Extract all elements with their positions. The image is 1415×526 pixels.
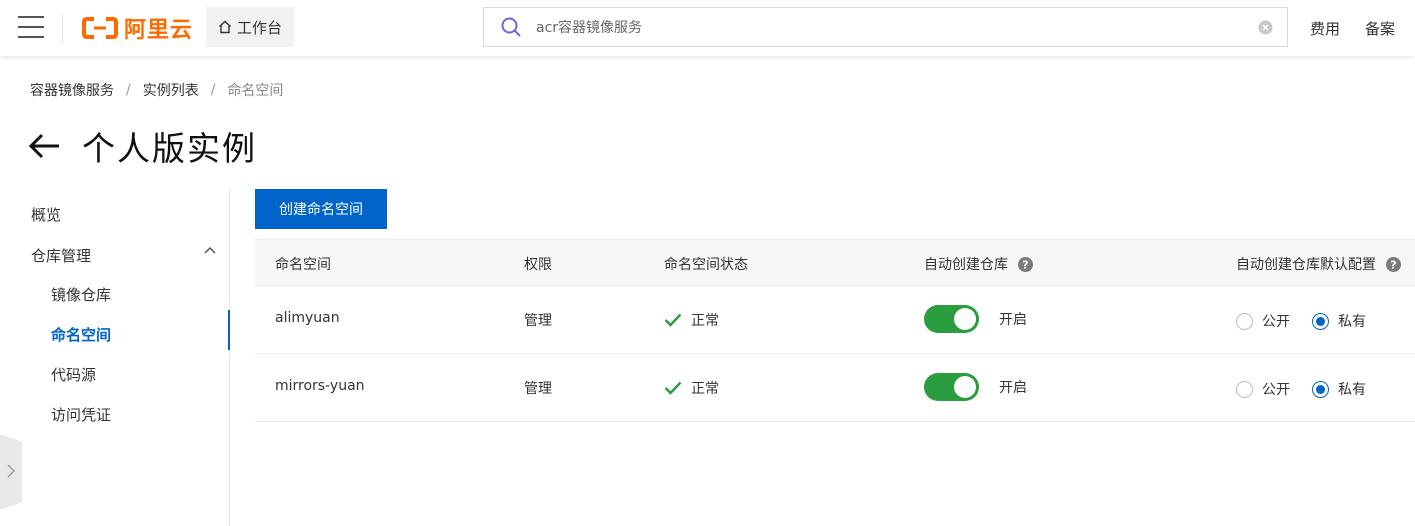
radio-public[interactable] — [1236, 312, 1253, 330]
search-bar — [483, 7, 1288, 47]
page-title: 个人版实例 — [82, 129, 257, 168]
svg-text:?: ? — [1390, 258, 1396, 271]
menu-icon[interactable] — [18, 16, 44, 38]
namespace-name: mirrors-yuan — [275, 378, 365, 394]
sidebar-item-overview[interactable]: 概览 — [31, 204, 61, 225]
breadcrumb-separator: / — [210, 82, 216, 98]
sidebar-item-image-repos[interactable]: 镜像仓库 — [51, 284, 111, 305]
workbench-label: 工作台 — [237, 18, 283, 37]
page-header: 个人版实例 — [28, 122, 257, 170]
auto-create-cell: 开启 — [924, 373, 1027, 401]
top-bar: 阿里云 工作台 费用 备案 — [0, 0, 1415, 56]
sidebar-item-code-source[interactable]: 代码源 — [51, 364, 96, 385]
default-config-cell: 公开 私有 — [1236, 379, 1388, 399]
radio-public-label: 公开 — [1262, 382, 1290, 398]
radio-public-label: 公开 — [1262, 314, 1290, 330]
radio-private[interactable] — [1312, 312, 1329, 330]
aliyun-logo-icon — [82, 17, 118, 39]
brand-name: 阿里云 — [124, 18, 194, 43]
top-divider — [62, 14, 63, 44]
sidebar-item-namespaces[interactable]: 命名空间 — [51, 324, 111, 345]
table-row: alimyuan 管理 正常 开启 公开 私有 — [255, 286, 1415, 354]
column-header-namespace: 命名空间 — [275, 257, 331, 273]
breadcrumb-separator: / — [126, 82, 131, 98]
breadcrumb: 容器镜像服务 / 实例列表 / 命名空间 — [30, 80, 283, 100]
auto-create-label: 开启 — [999, 380, 1027, 396]
column-header-default-config: 自动创建仓库默认配置 ? — [1236, 254, 1401, 274]
sidebar: 概览 仓库管理 镜像仓库 命名空间 代码源 访问凭证 — [0, 190, 230, 526]
auto-create-toggle[interactable] — [924, 373, 979, 401]
check-icon — [664, 313, 682, 327]
chevron-up-icon[interactable] — [204, 246, 216, 254]
table-row: mirrors-yuan 管理 正常 开启 公开 私有 — [255, 354, 1415, 422]
auto-create-label: 开启 — [999, 312, 1027, 328]
breadcrumb-item-acr[interactable]: 容器镜像服务 — [30, 80, 114, 100]
home-icon — [218, 20, 232, 34]
column-header-auto-create-label: 自动创建仓库 — [924, 257, 1008, 273]
radio-public[interactable] — [1236, 380, 1253, 398]
svg-text:?: ? — [1022, 258, 1028, 271]
chevron-right-icon — [7, 463, 15, 482]
back-arrow-icon[interactable] — [28, 132, 62, 160]
namespace-table: 命名空间 权限 命名空间状态 自动创建仓库 ? 自动创建仓库默认配置 ? ali… — [255, 239, 1415, 422]
workbench-button[interactable]: 工作台 — [206, 7, 295, 47]
create-namespace-button[interactable]: 创建命名空间 — [255, 189, 387, 229]
radio-private-label: 私有 — [1338, 382, 1366, 398]
sidebar-active-indicator — [228, 310, 230, 350]
radio-private[interactable] — [1312, 380, 1329, 398]
logo[interactable]: 阿里云 — [82, 14, 194, 43]
auto-create-toggle[interactable] — [924, 305, 979, 333]
breadcrumb-item-instances[interactable]: 实例列表 — [143, 80, 199, 100]
table-header: 命名空间 权限 命名空间状态 自动创建仓库 ? 自动创建仓库默认配置 ? — [255, 239, 1415, 286]
namespace-name: alimyuan — [275, 310, 340, 326]
column-header-status: 命名空间状态 — [664, 257, 748, 273]
billing-link[interactable]: 费用 — [1310, 18, 1340, 39]
sidebar-collapse-toggle[interactable] — [0, 434, 22, 510]
help-icon[interactable]: ? — [1018, 256, 1033, 272]
help-icon[interactable]: ? — [1386, 256, 1401, 272]
icp-filing-link[interactable]: 备案 — [1365, 18, 1395, 39]
search-icon[interactable] — [500, 16, 522, 38]
default-config-cell: 公开 私有 — [1236, 311, 1388, 331]
status-cell: 正常 — [664, 310, 719, 330]
status-text: 正常 — [691, 313, 719, 329]
permission-value: 管理 — [524, 313, 552, 329]
clear-icon[interactable] — [1258, 20, 1273, 35]
permission-value: 管理 — [524, 381, 552, 397]
status-text: 正常 — [691, 381, 719, 397]
check-icon — [664, 381, 682, 395]
breadcrumb-item-current: 命名空间 — [227, 83, 284, 99]
sidebar-item-repo-management[interactable]: 仓库管理 — [31, 245, 91, 266]
sidebar-item-access-credentials[interactable]: 访问凭证 — [51, 404, 111, 425]
column-header-default-config-label: 自动创建仓库默认配置 — [1236, 257, 1376, 273]
radio-private-label: 私有 — [1338, 314, 1366, 330]
column-header-auto-create: 自动创建仓库 ? — [924, 254, 1033, 274]
status-cell: 正常 — [664, 378, 719, 398]
column-header-permission: 权限 — [524, 257, 552, 273]
search-input[interactable] — [536, 19, 1226, 35]
auto-create-cell: 开启 — [924, 305, 1027, 333]
